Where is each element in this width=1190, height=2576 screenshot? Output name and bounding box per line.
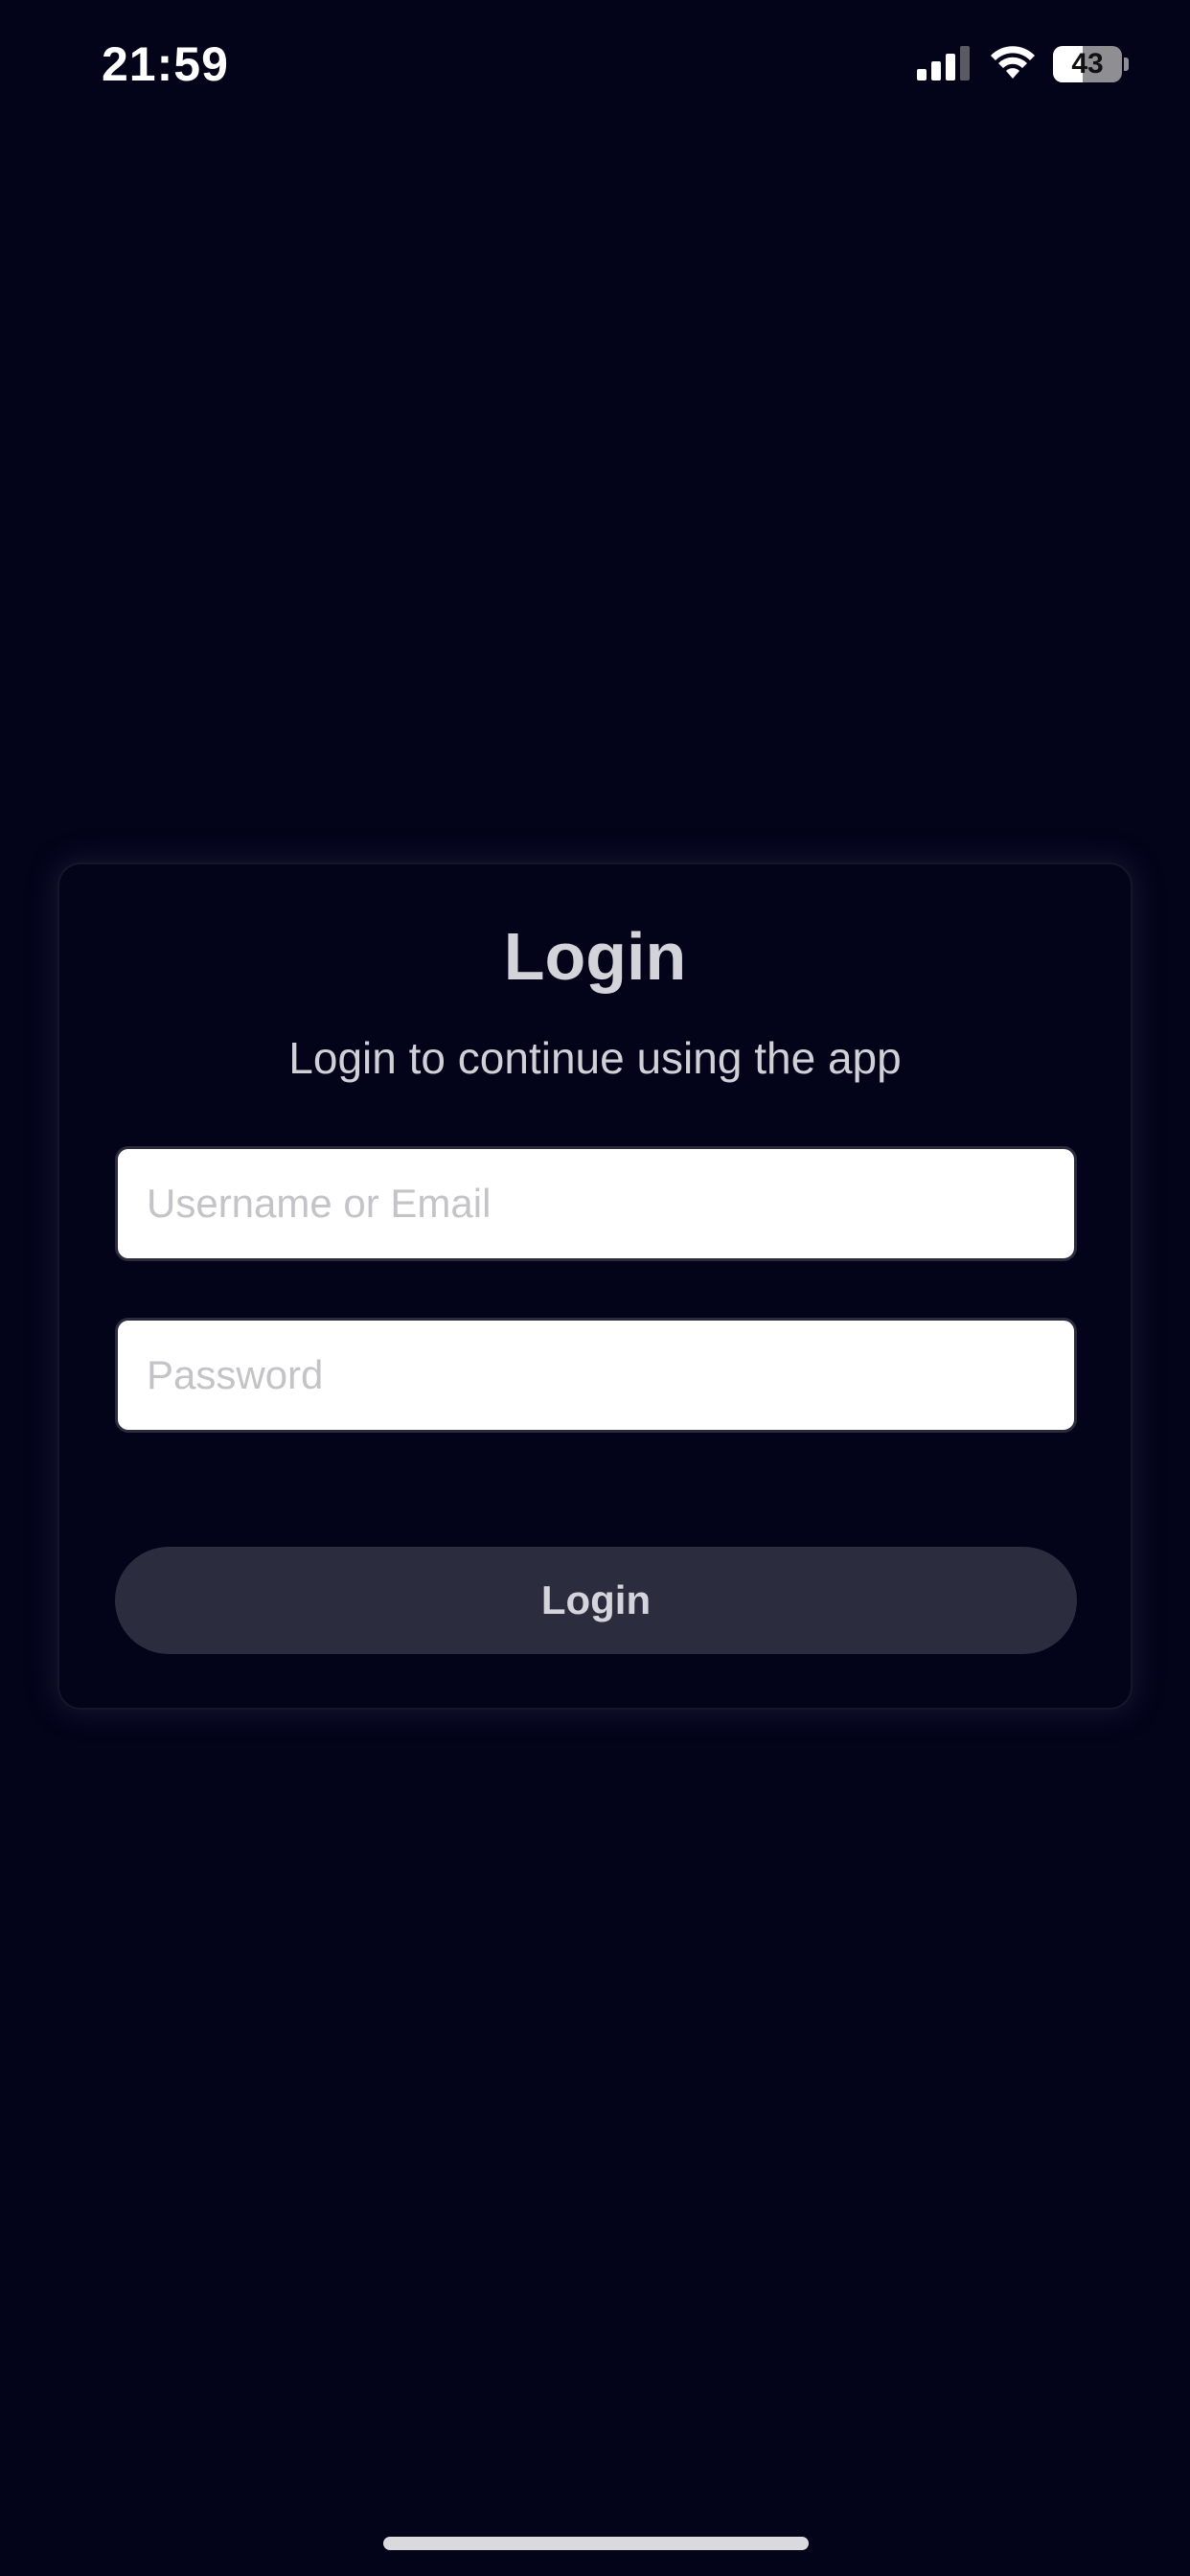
battery-icon: 43 — [1053, 46, 1129, 82]
wifi-icon — [991, 46, 1035, 79]
login-card: Login Login to continue using the app Lo… — [57, 862, 1133, 1710]
battery-body: 43 — [1053, 46, 1122, 82]
login-subtitle: Login to continue using the app — [288, 1033, 902, 1083]
status-bar: 21:59 43 — [0, 0, 1190, 134]
status-time: 21:59 — [102, 37, 229, 91]
battery-cap — [1124, 58, 1129, 71]
login-screen: 21:59 43 Login Login to continue using t… — [0, 0, 1190, 2576]
login-button[interactable]: Login — [115, 1547, 1077, 1654]
username-input[interactable] — [115, 1146, 1077, 1261]
password-input[interactable] — [115, 1318, 1077, 1433]
battery-level: 43 — [1071, 48, 1104, 80]
signal-icon — [917, 46, 970, 80]
home-indicator[interactable] — [383, 2537, 809, 2550]
login-title: Login — [503, 919, 687, 994]
